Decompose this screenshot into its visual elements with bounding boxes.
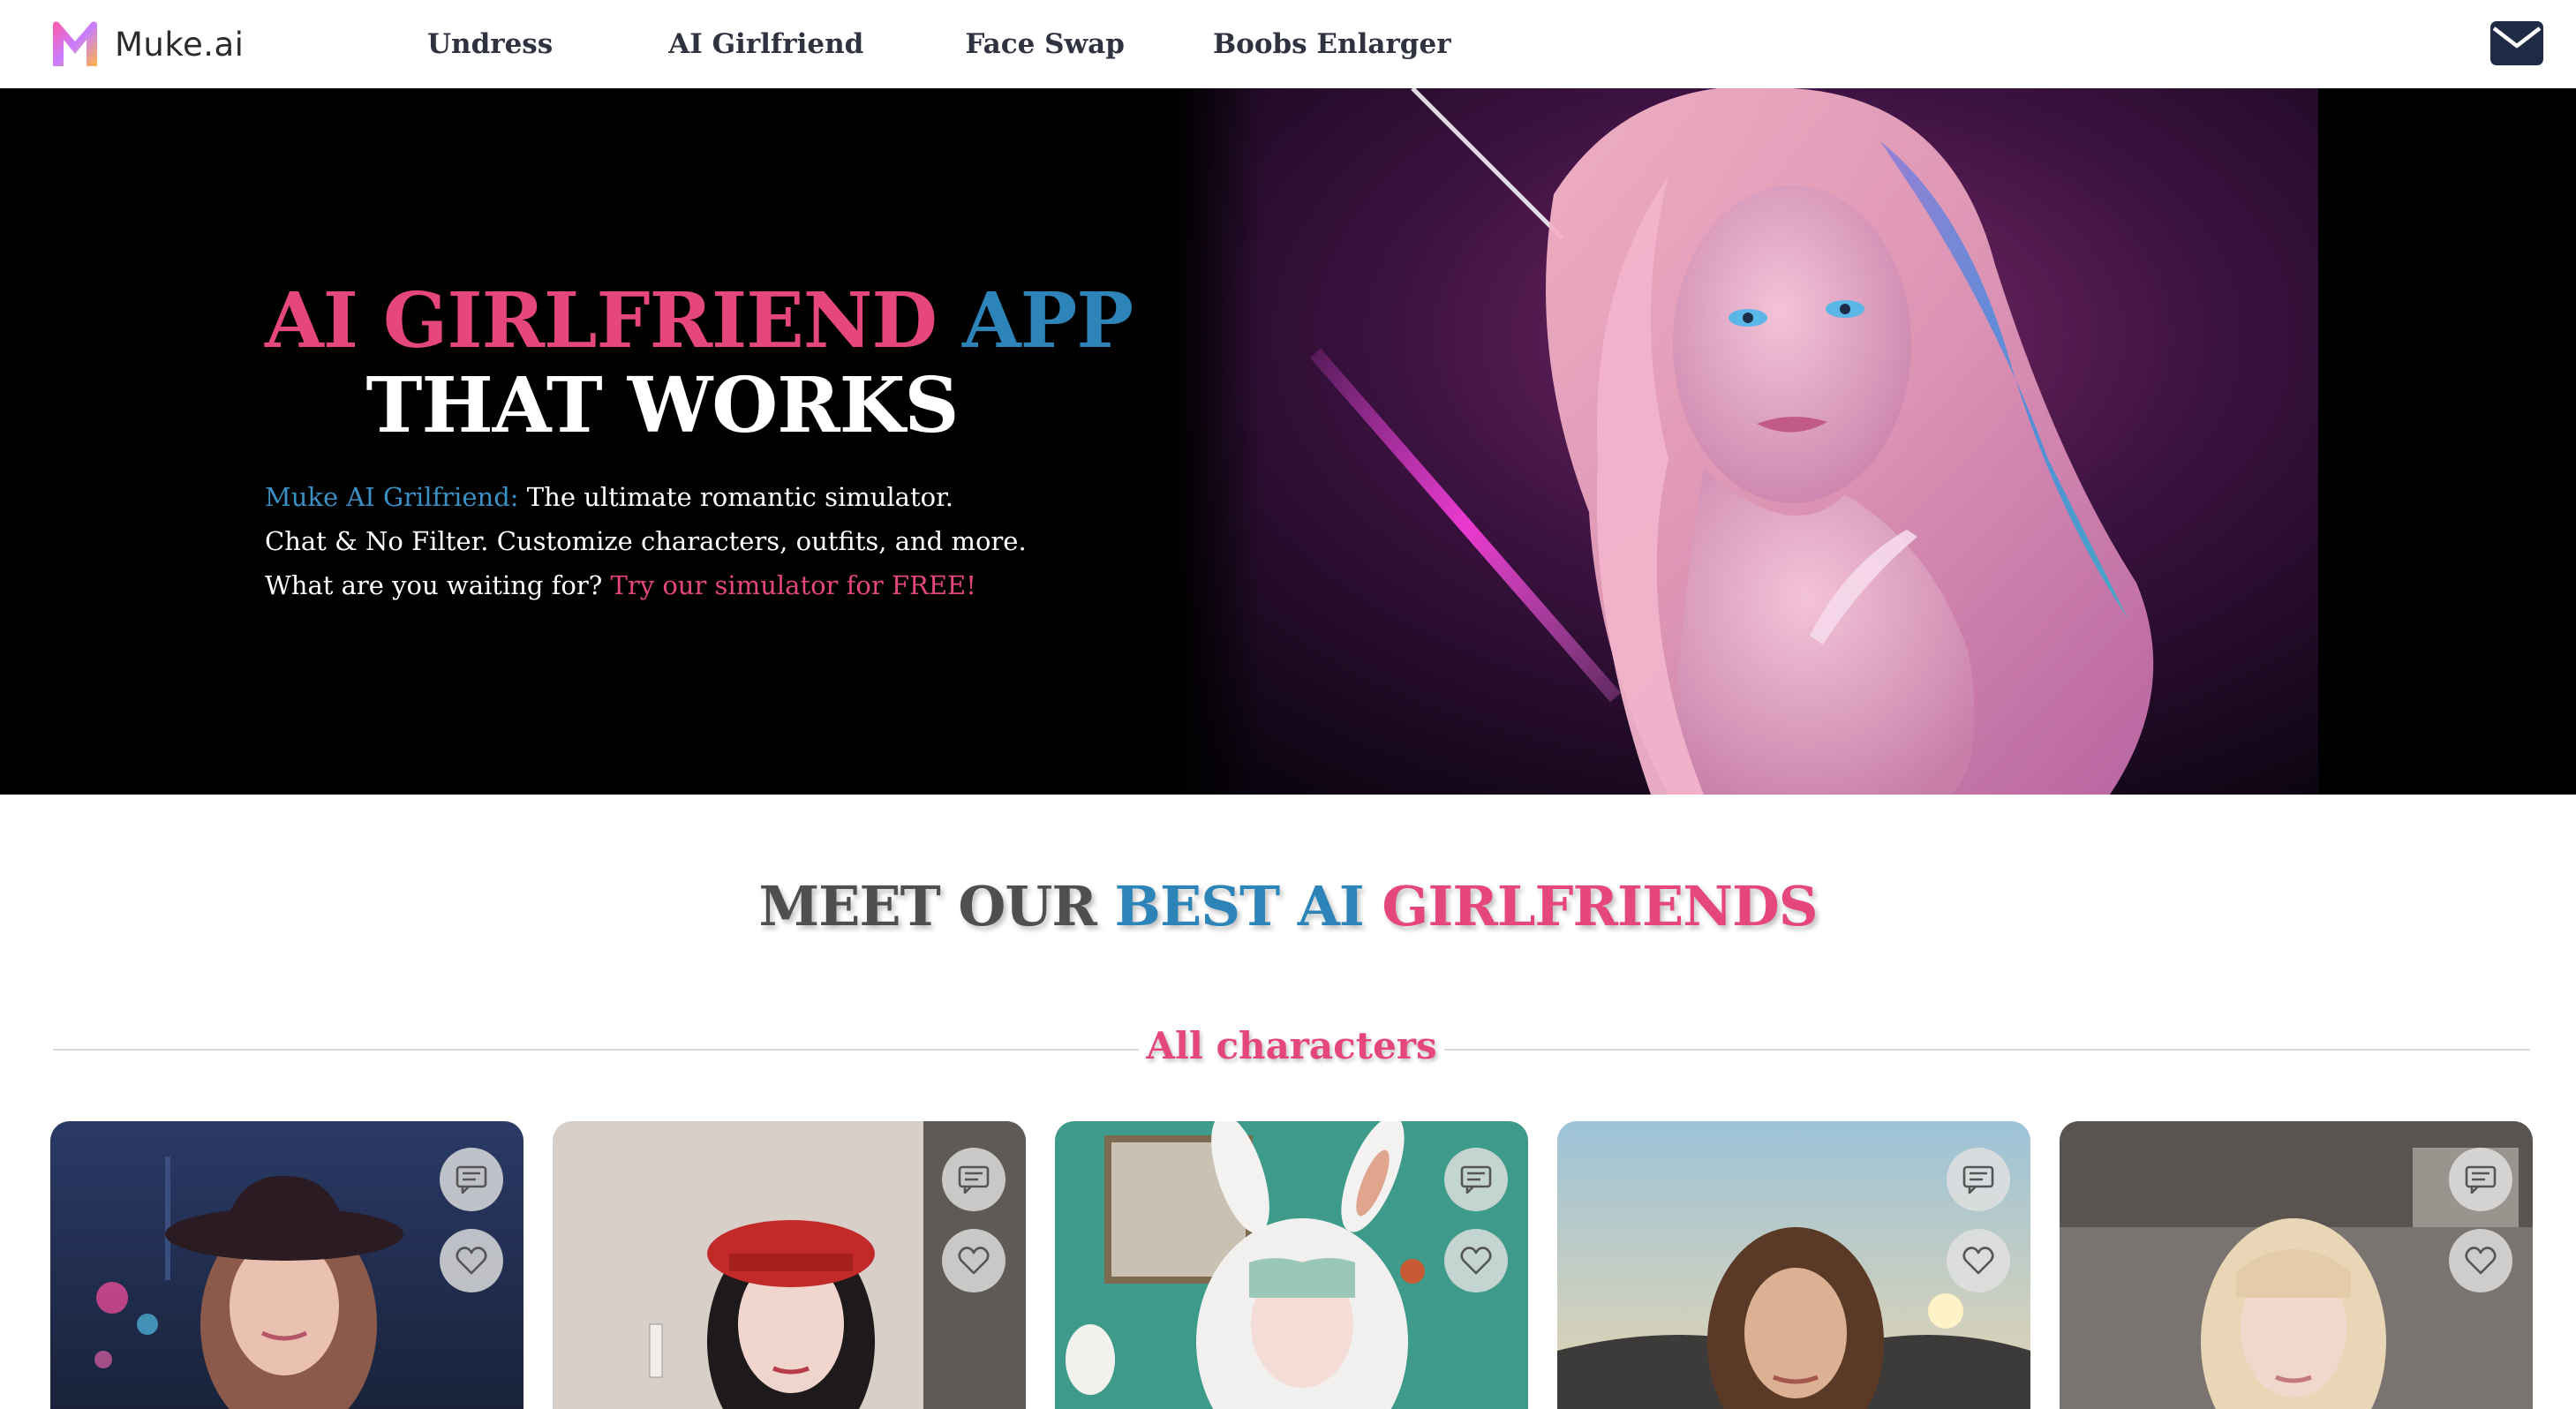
muke-m-logo-icon bbox=[53, 21, 97, 66]
chat-bubble-icon bbox=[1460, 1165, 1492, 1194]
character-card[interactable] bbox=[1055, 1121, 1528, 1409]
hero-description: Muke AI Grilfriend: The ultimate romanti… bbox=[265, 475, 1059, 607]
top-navbar: Muke.ai Undress AI Girlfriend Face Swap … bbox=[0, 0, 2576, 88]
divider-right bbox=[1444, 1049, 2530, 1051]
character-card[interactable] bbox=[1557, 1121, 2030, 1409]
chat-bubble-icon bbox=[1962, 1165, 1994, 1194]
nav-link-boobs-enlarger[interactable]: Boobs Enlarger bbox=[1213, 28, 1451, 60]
divider-left bbox=[53, 1049, 1139, 1051]
hero-portrait-image bbox=[1174, 88, 2318, 795]
hero-cta-link[interactable]: Try our simulator for FREE! bbox=[611, 570, 976, 600]
nav-link-ai-girlfriend[interactable]: AI Girlfriend bbox=[668, 28, 863, 60]
like-button[interactable] bbox=[942, 1229, 1006, 1292]
heart-icon bbox=[2465, 1247, 2497, 1275]
like-button[interactable] bbox=[2449, 1229, 2512, 1292]
nav-link-undress[interactable]: Undress bbox=[427, 28, 553, 60]
like-button[interactable] bbox=[440, 1229, 503, 1292]
chat-button[interactable] bbox=[1947, 1148, 2010, 1211]
like-button[interactable] bbox=[1947, 1229, 2010, 1292]
section-title-part1: MEET OUR bbox=[758, 874, 1115, 938]
like-button[interactable] bbox=[1444, 1229, 1508, 1292]
character-card[interactable] bbox=[2060, 1121, 2533, 1409]
heart-icon bbox=[958, 1247, 990, 1275]
all-characters-filter[interactable]: All characters bbox=[1139, 1024, 1444, 1067]
chat-button[interactable] bbox=[440, 1148, 503, 1211]
character-card[interactable] bbox=[553, 1121, 1026, 1409]
heart-icon bbox=[456, 1247, 487, 1275]
chat-bubble-icon bbox=[2465, 1165, 2497, 1194]
hero-title-line2: THAT WORKS bbox=[365, 361, 959, 450]
chat-button[interactable] bbox=[942, 1148, 1006, 1211]
hero-title: AI GIRLFRIEND APP THAT WORKS bbox=[265, 276, 1134, 450]
hero-copy: AI GIRLFRIEND APP THAT WORKS Muke AI Gri… bbox=[265, 276, 1134, 607]
hero-brand-label: Muke AI Grilfriend: bbox=[265, 482, 519, 512]
brand-home-link[interactable]: Muke.ai bbox=[49, 18, 244, 71]
brand-name: Muke.ai bbox=[115, 25, 245, 64]
chat-bubble-icon bbox=[456, 1165, 487, 1194]
hero-banner: AI GIRLFRIEND APP THAT WORKS Muke AI Gri… bbox=[0, 88, 2576, 795]
character-card[interactable] bbox=[50, 1121, 523, 1409]
main-nav: Undress AI Girlfriend Face Swap Boobs En… bbox=[427, 0, 1451, 88]
chat-bubble-icon bbox=[958, 1165, 990, 1194]
mail-button[interactable] bbox=[2490, 21, 2543, 65]
hero-desc-line3: What are you waiting for? bbox=[265, 570, 611, 600]
chat-button[interactable] bbox=[1444, 1148, 1508, 1211]
heart-icon bbox=[1460, 1247, 1492, 1275]
chat-button[interactable] bbox=[2449, 1148, 2512, 1211]
character-grid bbox=[50, 1121, 2533, 1409]
hero-title-part2: APP bbox=[961, 276, 1134, 365]
section-title-part3: GIRLFRIENDS bbox=[1382, 874, 1818, 938]
section-title: MEET OUR BEST AI GIRLFRIENDS bbox=[0, 874, 2576, 938]
nav-link-face-swap[interactable]: Face Swap bbox=[965, 28, 1125, 60]
hero-desc-line2: Chat & No Filter. Customize characters, … bbox=[265, 526, 1027, 556]
hero-desc-line1: The ultimate romantic simulator. bbox=[518, 482, 953, 512]
section-title-part2: BEST AI bbox=[1114, 874, 1382, 938]
heart-icon bbox=[1962, 1247, 1994, 1275]
hero-title-part1: AI GIRLFRIEND bbox=[265, 276, 962, 365]
envelope-icon bbox=[2490, 21, 2543, 65]
